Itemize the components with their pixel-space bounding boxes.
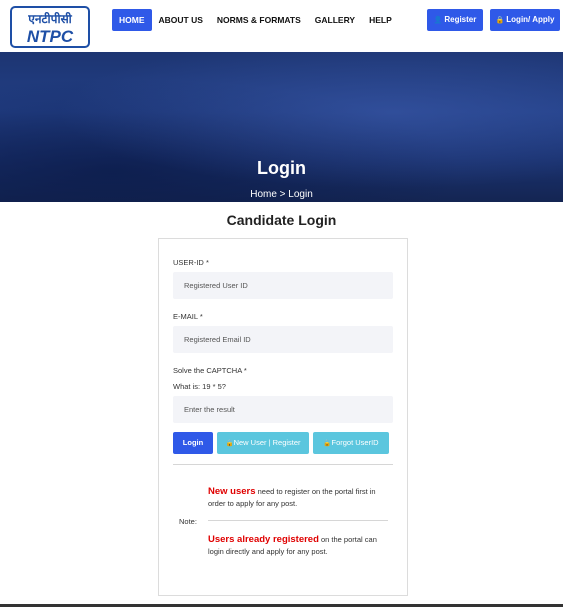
forgot-userid-button[interactable]: 🔒Forgot UserID — [313, 432, 389, 454]
email-label: E-MAIL * — [173, 312, 203, 321]
captcha-label-text: Solve the CAPTCHA — [173, 366, 242, 375]
register-button-label: Register — [444, 15, 477, 24]
breadcrumb: Home > Login — [250, 189, 313, 200]
captcha-label: Solve the CAPTCHA * — [173, 366, 247, 375]
note-registered-bold: Users already registered — [208, 534, 319, 545]
login-apply-button-label: Login/ Apply — [506, 15, 555, 24]
required-mark: * — [199, 312, 203, 321]
user-id-label: USER-ID * — [173, 258, 209, 267]
logo-latin-text: NTPC — [27, 27, 74, 46]
forgot-userid-label: Forgot UserID — [331, 438, 379, 447]
login-button[interactable]: Login — [173, 432, 213, 454]
new-user-register-label: New User | Register — [233, 438, 301, 447]
note-new-users: New users need to register on the portal… — [208, 486, 393, 510]
nav-norms-formats[interactable]: NORMS & FORMATS — [210, 9, 308, 31]
new-user-register-button[interactable]: 🔒New User | Register — [217, 432, 309, 454]
nav-gallery[interactable]: GALLERY — [308, 9, 362, 31]
ntpc-logo-graphic: एनटीपीसी NTPC — [27, 12, 74, 46]
user-id-input[interactable] — [173, 272, 393, 299]
page-banner: Login Home > Login — [0, 52, 563, 202]
main-nav: HOME ABOUT US NORMS & FORMATS GALLERY HE… — [112, 9, 399, 31]
note-divider — [208, 520, 388, 521]
lock-icon: 🔒 — [495, 17, 505, 24]
login-form-card: USER-ID * E-MAIL * Solve the CAPTCHA * W… — [158, 238, 408, 596]
note-new-users-bold: New users — [208, 486, 256, 497]
note-label: Note: — [179, 517, 197, 526]
captcha-question: What is: 19 * 5? — [173, 382, 226, 391]
email-label-text: E-MAIL — [173, 312, 198, 321]
banner-title: Login — [257, 158, 306, 178]
login-apply-button[interactable]: 🔒 Login/ Apply — [490, 9, 560, 31]
required-mark: * — [205, 258, 209, 267]
email-input[interactable] — [173, 326, 393, 353]
logo-hindi-text: एनटीपीसी — [27, 12, 72, 26]
captcha-input[interactable] — [173, 396, 393, 423]
user-icon: 👤 — [433, 17, 443, 24]
user-id-label-text: USER-ID — [173, 258, 204, 267]
nav-help[interactable]: HELP — [362, 9, 399, 31]
register-button[interactable]: 👤 Register — [427, 9, 483, 31]
form-divider — [173, 464, 393, 465]
note-registered-users: Users already registered on the portal c… — [208, 534, 393, 558]
required-mark: * — [243, 366, 247, 375]
page-title: Candidate Login — [226, 212, 337, 228]
nav-about-us[interactable]: ABOUT US — [152, 9, 210, 31]
lock-icon: 🔒 — [225, 440, 234, 447]
nav-home[interactable]: HOME — [112, 9, 152, 31]
ntpc-logo[interactable]: एनटीपीसी NTPC — [10, 6, 90, 48]
top-navbar: एनटीपीसी NTPC HOME ABOUT US NORMS & FORM… — [0, 0, 563, 52]
